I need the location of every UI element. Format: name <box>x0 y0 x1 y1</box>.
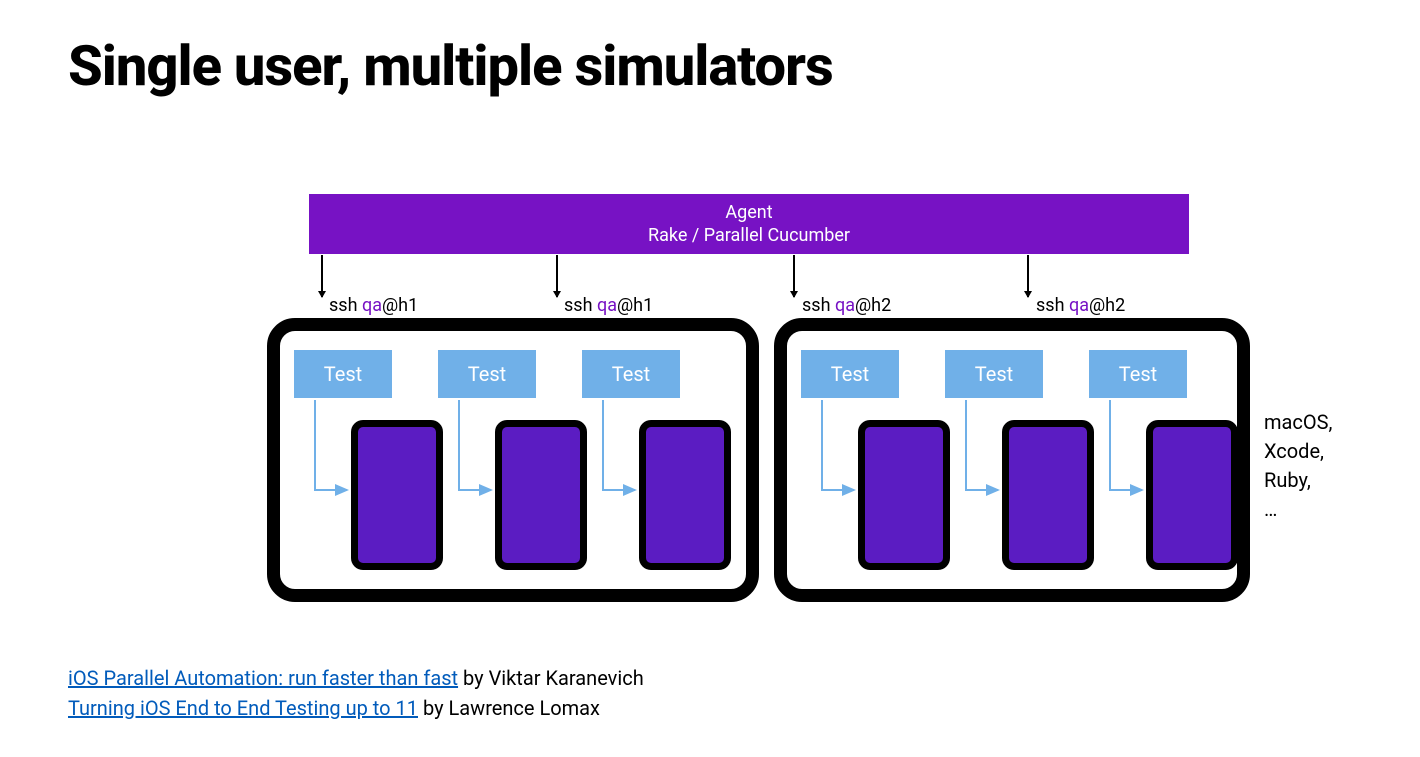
arrow-down-4 <box>1027 255 1029 297</box>
phone-1 <box>351 420 443 570</box>
phone-4 <box>858 420 950 570</box>
reference-byline-2: by Lawrence Lomax <box>418 696 600 720</box>
agent-box: Agent Rake / Parallel Cucumber <box>309 194 1189 254</box>
ssh-label-3: ssh qa@h2 <box>802 295 891 316</box>
slide-title: Single user, multiple simulators <box>68 33 833 99</box>
phone-2 <box>495 420 587 570</box>
agent-line2: Rake / Parallel Cucumber <box>648 224 850 247</box>
reference-link-1[interactable]: iOS Parallel Automation: run faster than… <box>68 666 458 690</box>
test-box-4: Test <box>801 350 899 398</box>
agent-line1: Agent <box>725 201 772 224</box>
env-stack-label: macOS, Xcode, Ruby, … <box>1264 408 1332 524</box>
phone-6 <box>1146 420 1238 570</box>
arrow-down-1 <box>321 255 323 297</box>
test-box-1: Test <box>294 350 392 398</box>
test-box-5: Test <box>945 350 1043 398</box>
test-box-2: Test <box>438 350 536 398</box>
test-box-6: Test <box>1089 350 1187 398</box>
arrow-down-3 <box>793 255 795 297</box>
reference-byline-1: by Viktar Karanevich <box>458 666 644 690</box>
reference-link-2[interactable]: Turning iOS End to End Testing up to 11 <box>68 696 418 720</box>
phone-5 <box>1002 420 1094 570</box>
test-box-3: Test <box>582 350 680 398</box>
ssh-label-4: ssh qa@h2 <box>1036 295 1125 316</box>
phone-3 <box>639 420 731 570</box>
arrow-down-2 <box>556 255 558 297</box>
references: iOS Parallel Automation: run faster than… <box>68 663 644 723</box>
ssh-label-2: ssh qa@h1 <box>564 295 653 316</box>
ssh-label-1: ssh qa@h1 <box>329 295 418 316</box>
